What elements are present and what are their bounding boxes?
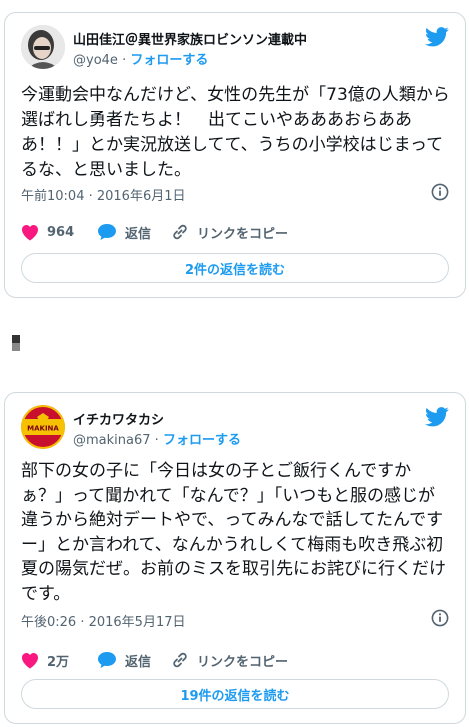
twitter-bird-icon[interactable] <box>425 27 449 47</box>
tweet-timestamp[interactable]: 午後0:26 · 2016年5月17日 <box>21 611 186 630</box>
tweet-card: MAKINA イチカワタカシ @makina67 · フォローする 部下の女の子… <box>4 392 466 724</box>
like-button[interactable]: 964 <box>21 221 74 243</box>
link-icon <box>173 224 187 240</box>
copy-link-button[interactable]: リンクをコピー <box>171 649 288 671</box>
like-count: 2万 <box>47 654 70 670</box>
reply-button[interactable]: 返信 <box>97 649 151 671</box>
dot-separator: · <box>122 53 127 68</box>
tweet-header: 山田佳江＠異世界家族ロビンソン連載中 @yo4e · フォローする <box>21 25 449 69</box>
tweet-card: 山田佳江＠異世界家族ロビンソン連載中 @yo4e · フォローする 今運動会中な… <box>4 12 466 298</box>
twitter-bird-icon[interactable] <box>425 407 449 427</box>
copy-link-label: リンクをコピー <box>197 654 289 670</box>
tweet-actions: 2万 返信 リンクをコピー <box>21 649 449 671</box>
handle[interactable]: @yo4e <box>73 53 118 68</box>
tweet-text: 部下の女の子に「今日は女の子とご飯行くんですかぁ？」って聞かれて「なんで？」「い… <box>21 461 446 604</box>
handle-row: @makina67 · フォローする <box>73 429 241 448</box>
copy-link-label: リンクをコピー <box>197 226 289 242</box>
tweet-text: 今運動会中なんだけど、女性の先生が「73億の人類から選ばれし勇者たちよ！ 出てこ… <box>21 85 450 180</box>
avatar-logo-text: MAKINA <box>27 425 59 433</box>
like-count: 964 <box>47 224 75 240</box>
handle[interactable]: @makina67 <box>73 433 151 448</box>
reply-label: 返信 <box>125 654 152 670</box>
reply-label: 返信 <box>125 226 152 242</box>
reply-button[interactable]: 返信 <box>97 221 151 243</box>
read-replies-button[interactable]: 19件の返信を読む <box>21 679 449 709</box>
reply-bubble-icon <box>98 652 116 668</box>
display-name[interactable]: イチカワタカシ <box>73 409 164 428</box>
read-replies-button[interactable]: 2件の返信を読む <box>21 253 449 283</box>
heart-icon <box>22 224 38 240</box>
follow-link[interactable]: フォローする <box>130 53 208 68</box>
handle-row: @yo4e · フォローする <box>73 49 208 68</box>
separator-mark <box>12 335 20 351</box>
tweet-header: MAKINA イチカワタカシ @makina67 · フォローする <box>21 405 449 449</box>
tweet-timestamp[interactable]: 午前10:04 · 2016年6月1日 <box>21 185 186 204</box>
copy-link-button[interactable]: リンクをコピー <box>171 221 288 243</box>
link-icon <box>173 652 187 668</box>
tweet-actions: 964 返信 リンクをコピー <box>21 221 449 243</box>
reply-bubble-icon <box>98 224 116 240</box>
avatar[interactable] <box>21 25 65 69</box>
avatar[interactable]: MAKINA <box>21 405 65 449</box>
like-button[interactable]: 2万 <box>21 649 69 671</box>
dot-separator: · <box>154 433 159 448</box>
heart-icon <box>22 652 38 668</box>
follow-link[interactable]: フォローする <box>163 433 241 448</box>
info-icon[interactable] <box>431 183 449 201</box>
display-name[interactable]: 山田佳江＠異世界家族ロビンソン連載中 <box>73 29 307 48</box>
info-icon[interactable] <box>431 609 449 627</box>
